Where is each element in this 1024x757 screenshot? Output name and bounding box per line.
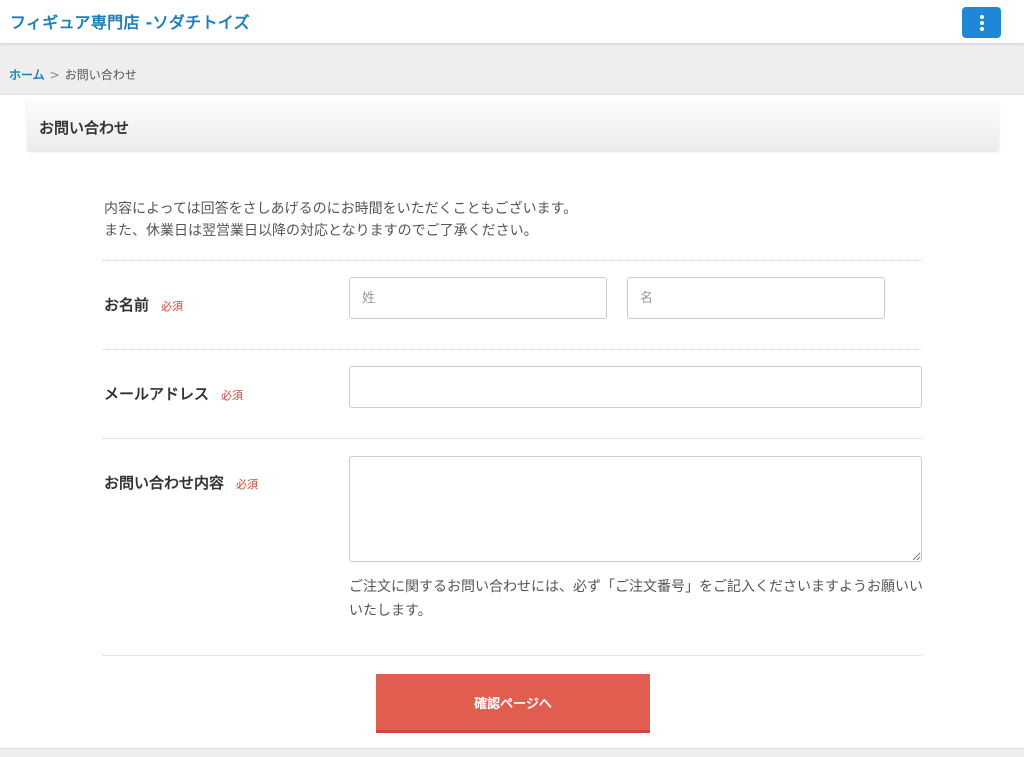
breadcrumb-current: お問い合わせ xyxy=(64,68,137,82)
intro-line-1: 内容によっては回答をさしあげるのにお時間をいただくこともございます。 xyxy=(104,201,578,217)
required-badge: 必須 xyxy=(221,389,244,402)
email-input[interactable] xyxy=(349,366,922,408)
divider xyxy=(103,438,922,439)
required-badge: 必須 xyxy=(161,300,184,313)
breadcrumb: ホーム > お問い合わせ xyxy=(9,66,137,83)
breadcrumb-separator: > xyxy=(49,68,60,82)
order-number-note: ご注文に関するお問い合わせには、必ず「ご注文番号」をご記入くださいますようお願い… xyxy=(349,579,923,619)
message-label: お問い合わせ内容 xyxy=(104,474,225,492)
site-title[interactable]: フィギュア専門店 -ソダチトイズ xyxy=(10,9,250,33)
email-label: メールアドレス xyxy=(104,385,210,403)
name-label-row: お名前 必須 xyxy=(104,294,183,315)
site-header: フィギュア専門店 -ソダチトイズ xyxy=(0,0,1024,43)
page-heading-bar: お問い合わせ xyxy=(27,99,999,151)
intro-line-2: また、休業日は翌営業日以降の対応となりますのでご了承ください。 xyxy=(104,223,538,239)
divider xyxy=(103,349,922,350)
message-textarea[interactable] xyxy=(349,456,922,562)
intro-text: 内容によっては回答をさしあげるのにお時間をいただくこともございます。 また、休業… xyxy=(104,198,577,242)
first-name-input[interactable] xyxy=(627,277,885,319)
name-label: お名前 xyxy=(104,296,150,314)
last-name-input[interactable] xyxy=(349,277,607,319)
email-label-row: メールアドレス 必須 xyxy=(104,383,243,404)
confirm-page-button[interactable]: 確認ページへ xyxy=(376,674,650,733)
page-title: お問い合わせ xyxy=(39,119,130,137)
menu-button[interactable] xyxy=(962,7,1001,38)
divider xyxy=(103,260,922,261)
breadcrumb-home-link[interactable]: ホーム xyxy=(9,68,45,82)
contact-form-card: お問い合わせ 内容によっては回答をさしあげるのにお時間をいただくこともございます… xyxy=(0,94,1024,749)
message-label-row: お問い合わせ内容 必須 xyxy=(104,472,258,493)
divider xyxy=(103,655,922,656)
required-badge: 必須 xyxy=(236,478,259,491)
